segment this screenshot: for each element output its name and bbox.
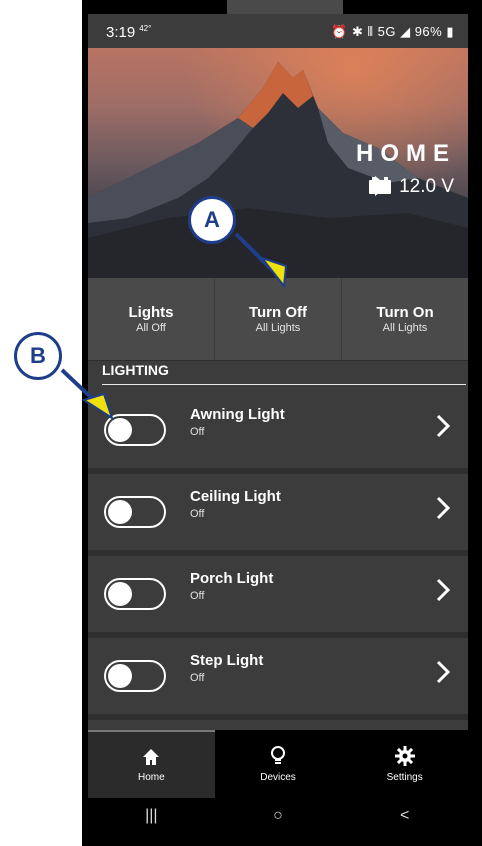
callout-b: B <box>14 332 62 380</box>
arrow-b-head <box>81 392 114 421</box>
callout-arrows <box>60 232 288 421</box>
callout-a: A <box>188 196 236 244</box>
arrow-a-head <box>259 255 288 289</box>
